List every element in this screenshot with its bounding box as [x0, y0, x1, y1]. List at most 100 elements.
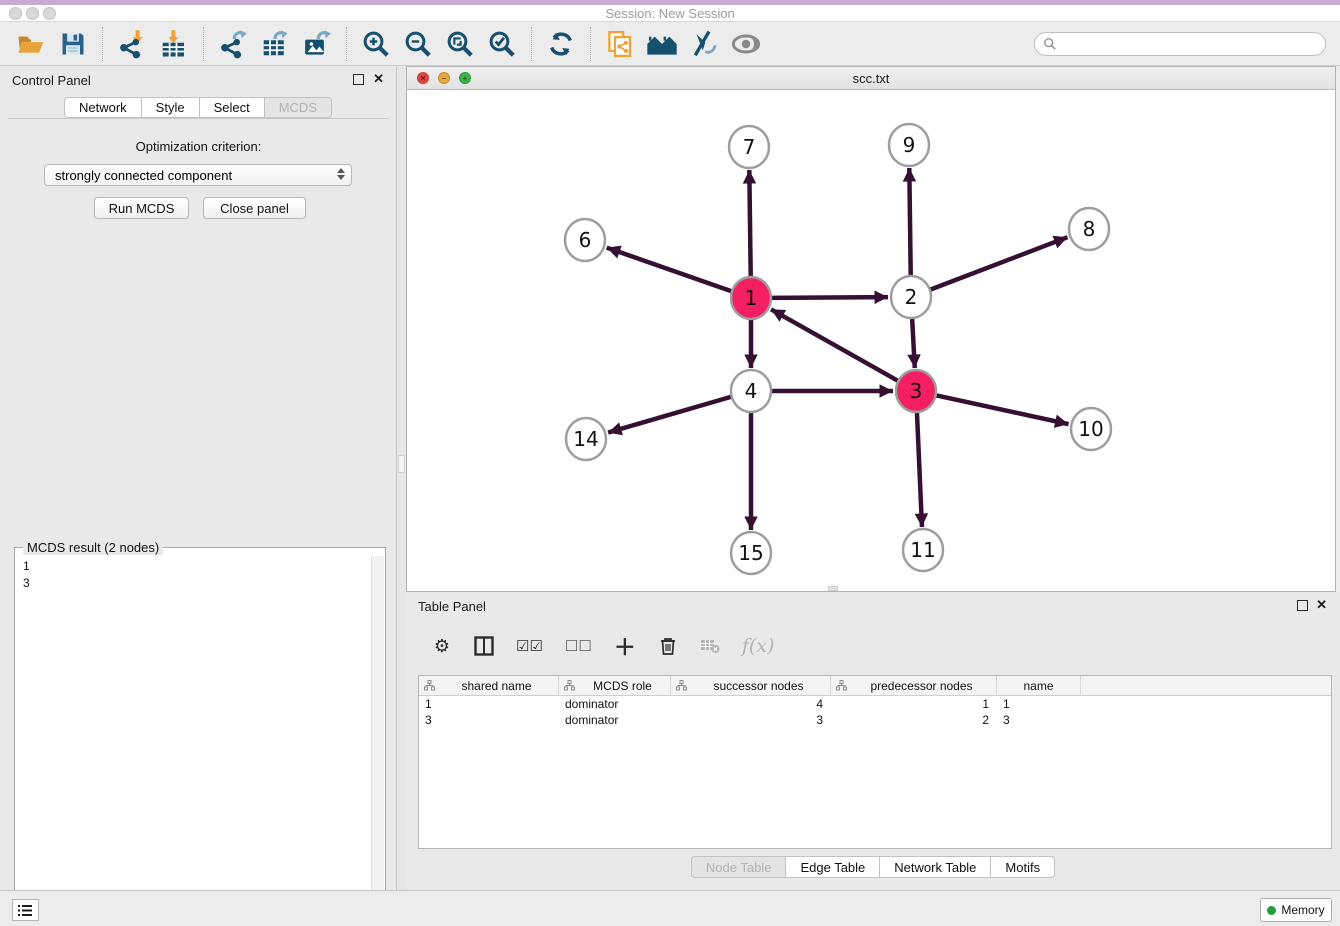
eye-icon[interactable] — [729, 27, 763, 61]
table-row[interactable]: 3dominator323 — [419, 712, 1331, 728]
zoom-in-icon[interactable] — [359, 27, 393, 61]
column-header-predecessor-nodes[interactable]: predecessor nodes — [831, 676, 997, 695]
graphics-details-icon[interactable] — [687, 27, 721, 61]
tab-network[interactable]: Network — [64, 97, 141, 118]
float-table-panel-icon[interactable] — [1297, 600, 1308, 611]
svg-text:7: 7 — [743, 135, 756, 159]
column-header-shared-name[interactable]: shared name — [419, 676, 559, 695]
network-canvas[interactable]: 7 9 6 8 1 2 4 3 14 10 15 11 — [407, 90, 1335, 591]
float-panel-icon[interactable] — [353, 74, 364, 85]
run-mcds-button[interactable]: Run MCDS — [94, 197, 189, 219]
svg-text:15: 15 — [738, 541, 763, 565]
memory-button[interactable]: Memory — [1260, 898, 1332, 922]
divider-grip[interactable] — [398, 455, 405, 473]
select-all-checkboxes-icon[interactable]: ☑☑ — [516, 637, 543, 655]
graph-node-14[interactable]: 14 — [566, 418, 606, 460]
clone-network-icon[interactable] — [603, 27, 637, 61]
column-header-MCDS-role[interactable]: MCDS role — [559, 676, 671, 695]
graph-edge-3-11[interactable] — [917, 412, 922, 527]
table-cell: dominator — [559, 712, 671, 728]
table-row[interactable]: 1dominator411 — [419, 696, 1331, 712]
deselect-all-checkboxes-icon[interactable]: ☐☐ — [565, 637, 592, 655]
column-header-successor-nodes[interactable]: successor nodes — [671, 676, 831, 695]
memory-label: Memory — [1281, 903, 1324, 917]
tab-mcds[interactable]: MCDS — [264, 97, 332, 118]
graph-node-15[interactable]: 15 — [731, 532, 771, 574]
split-columns-icon[interactable] — [474, 636, 494, 656]
node-table[interactable]: shared nameMCDS rolesuccessor nodesprede… — [418, 675, 1332, 849]
tab-network-table[interactable]: Network Table — [879, 856, 990, 878]
status-bar: Memory — [0, 890, 1340, 926]
graph-edge-1-7[interactable] — [749, 170, 750, 277]
graph-node-2[interactable]: 2 — [891, 276, 931, 318]
toolbar-separator — [203, 27, 204, 61]
zoom-selected-icon[interactable] — [485, 27, 519, 61]
mcds-tab-content: Optimization criterion: strongly connect… — [8, 118, 389, 882]
graph-node-4[interactable]: 4 — [731, 370, 771, 412]
mcds-result-item: 3 — [23, 575, 372, 592]
control-panel-title: Control Panel — [12, 73, 91, 88]
search-field-wrap — [1034, 32, 1326, 56]
graph-edge-1-2[interactable] — [772, 297, 888, 298]
graph-edge-4-14[interactable] — [608, 397, 731, 433]
list-icon — [18, 904, 33, 917]
save-session-icon[interactable] — [56, 27, 90, 61]
graph-edge-3-1[interactable] — [771, 309, 898, 380]
search-input[interactable] — [1034, 32, 1326, 56]
mcds-result-list[interactable]: 1 3 — [16, 556, 372, 922]
table-cell: dominator — [559, 696, 671, 712]
graph-node-10[interactable]: 10 — [1071, 408, 1111, 450]
delete-table-icon — [700, 638, 720, 654]
graph-edge-1-6[interactable] — [607, 248, 731, 291]
table-cell: 3 — [671, 712, 831, 728]
graph-edge-2-3[interactable] — [912, 318, 915, 368]
graph-edge-2-9[interactable] — [909, 168, 910, 276]
import-network-icon[interactable] — [115, 27, 149, 61]
graph-node-11[interactable]: 11 — [903, 529, 943, 571]
add-column-icon[interactable]: ＋ — [614, 630, 636, 662]
export-network-icon[interactable] — [216, 27, 250, 61]
panel-split-divider[interactable] — [397, 66, 406, 890]
tab-style[interactable]: Style — [141, 97, 199, 118]
criterion-select[interactable]: strongly connected component — [44, 164, 352, 186]
zoom-fit-icon[interactable] — [443, 27, 477, 61]
table-cell: 4 — [671, 696, 831, 712]
network-view-window: ✕ − + scc.txt 7 9 6 8 1 2 4 3 14 10 15 11 — [406, 66, 1336, 592]
close-table-panel-icon[interactable]: ✕ — [1316, 597, 1327, 613]
close-panel-icon[interactable]: ✕ — [373, 71, 384, 87]
result-scrollbar[interactable] — [371, 556, 384, 922]
graph-node-3[interactable]: 3 — [896, 370, 936, 412]
graph-node-9[interactable]: 9 — [889, 124, 929, 166]
tab-motifs[interactable]: Motifs — [990, 856, 1055, 878]
graph-node-8[interactable]: 8 — [1069, 208, 1109, 250]
gear-icon[interactable]: ⚙ — [432, 636, 452, 657]
graph-edge-3-10[interactable] — [937, 395, 1069, 424]
tab-node-table[interactable]: Node Table — [691, 856, 786, 878]
close-panel-button[interactable]: Close panel — [203, 197, 306, 219]
tab-select[interactable]: Select — [199, 97, 264, 118]
graph-node-7[interactable]: 7 — [729, 126, 769, 168]
control-panel-tabs: Network Style Select MCDS — [0, 97, 396, 118]
export-table-icon[interactable] — [258, 27, 292, 61]
export-image-icon[interactable] — [300, 27, 334, 61]
table-toolbar: ⚙ ☑☑ ☐☐ ＋ f(x) — [418, 625, 1332, 667]
network-window-titlebar[interactable]: ✕ − + scc.txt — [407, 67, 1335, 90]
svg-text:9: 9 — [903, 133, 916, 157]
table-cell: 2 — [831, 712, 997, 728]
table-cell: 3 — [997, 712, 1081, 728]
canvas-bottom-grip[interactable] — [828, 586, 838, 591]
zoom-out-icon[interactable] — [401, 27, 435, 61]
graph-edge-2-8[interactable] — [931, 237, 1068, 289]
home-icon[interactable] — [645, 27, 679, 61]
network-graph[interactable]: 7 9 6 8 1 2 4 3 14 10 15 11 — [407, 90, 1335, 591]
delete-column-icon[interactable] — [658, 636, 678, 656]
graph-node-1[interactable]: 1 — [731, 277, 771, 319]
refresh-view-icon[interactable] — [544, 27, 578, 61]
task-history-button[interactable] — [12, 899, 39, 921]
tab-edge-table[interactable]: Edge Table — [785, 856, 879, 878]
svg-text:3: 3 — [910, 379, 923, 403]
import-table-icon[interactable] — [157, 27, 191, 61]
open-session-icon[interactable] — [14, 27, 48, 61]
column-header-name[interactable]: name — [997, 676, 1081, 695]
graph-node-6[interactable]: 6 — [565, 219, 605, 261]
